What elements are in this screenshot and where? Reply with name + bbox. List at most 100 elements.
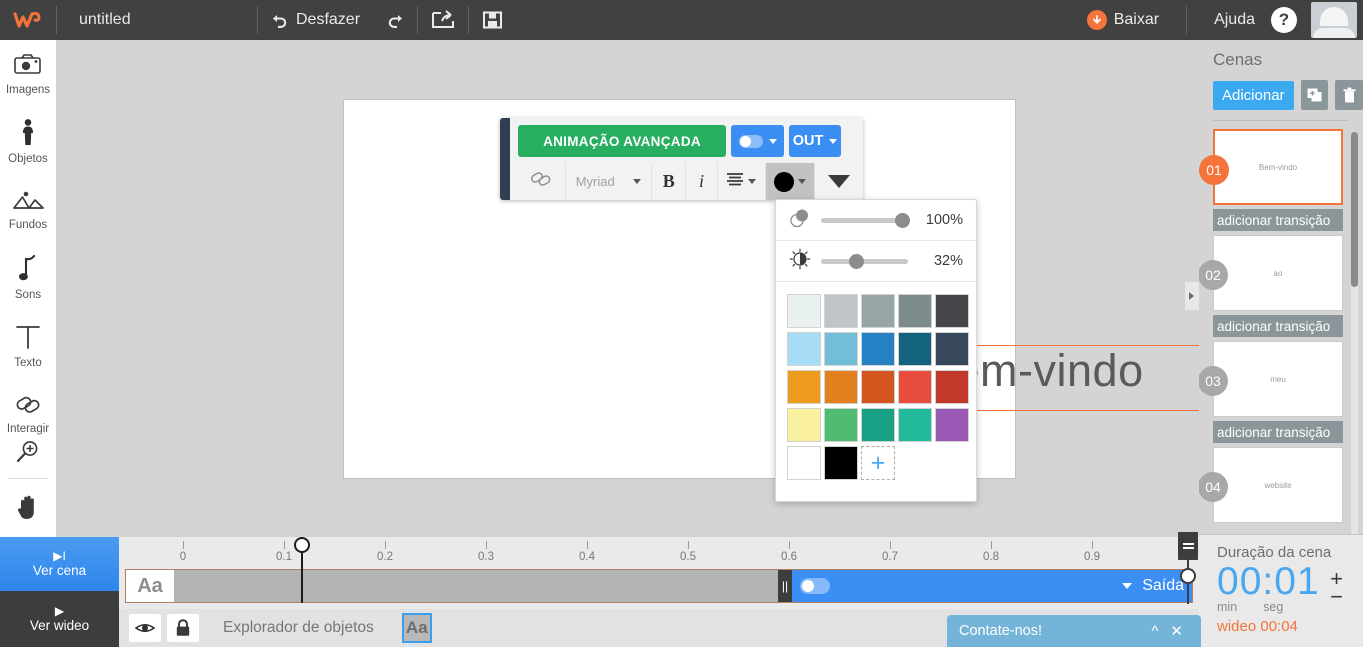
play-scene-icon: ▶I	[53, 548, 66, 563]
duration-unit-min: min	[1217, 600, 1238, 614]
playhead-knob[interactable]	[294, 537, 310, 553]
add-transition-button[interactable]: adicionar transição	[1213, 315, 1343, 337]
color-swatch[interactable]	[935, 294, 969, 328]
opacity-slider-row[interactable]: 100%	[776, 200, 976, 241]
brightness-slider-knob[interactable]	[848, 253, 864, 269]
font-family-select[interactable]: Myriad	[566, 163, 653, 200]
color-picker-popup[interactable]: 100% 32% +	[775, 199, 977, 502]
duration-decrease-button[interactable]: −	[1330, 586, 1343, 608]
undo-button[interactable]: Desfazer	[258, 0, 373, 40]
hand-icon	[15, 494, 41, 525]
add-transition-button[interactable]: adicionar transição	[1213, 421, 1343, 443]
advanced-animation-button[interactable]: ANIMAÇÃO AVANÇADA	[518, 125, 726, 157]
ruler-tick-label: 0.7	[882, 551, 898, 563]
hand-tool[interactable]	[0, 483, 56, 535]
redo-button[interactable]	[373, 0, 417, 40]
italic-button[interactable]: i	[686, 163, 718, 200]
wideo-logo-icon[interactable]	[0, 0, 56, 40]
color-swatch[interactable]	[787, 446, 821, 480]
color-swatch[interactable]	[898, 294, 932, 328]
color-swatch[interactable]	[861, 370, 895, 404]
animation-toggle-button[interactable]	[731, 125, 784, 157]
brightness-slider-row[interactable]: 32%	[776, 241, 976, 282]
duplicate-scene-button[interactable]	[1300, 80, 1329, 110]
music-note-icon	[18, 254, 38, 287]
collapse-panel-icon[interactable]	[1185, 282, 1199, 310]
color-swatch[interactable]	[787, 294, 821, 328]
color-swatch[interactable]	[824, 370, 858, 404]
add-custom-color-button[interactable]: +	[861, 446, 895, 480]
opacity-slider-track[interactable]	[821, 212, 910, 228]
brightness-slider-track[interactable]	[821, 253, 908, 269]
scene-thumbnail[interactable]: 02 ao	[1199, 235, 1343, 311]
add-scene-button[interactable]: Adicionar	[1213, 80, 1294, 110]
out-animation-button[interactable]: OUT	[789, 125, 841, 157]
toolbar-drag-grip[interactable]	[500, 118, 510, 200]
color-swatch[interactable]	[898, 332, 932, 366]
chevron-up-icon[interactable]: ^	[1145, 623, 1164, 640]
color-swatch[interactable]	[787, 370, 821, 404]
lock-toggle-button[interactable]	[167, 614, 199, 642]
sidebar-item-objetos[interactable]: Objetos	[0, 108, 56, 176]
sidebar-item-fundos[interactable]: Fundos	[0, 176, 56, 244]
drag-grip-icon[interactable]: ||	[778, 570, 792, 602]
visibility-toggle-button[interactable]	[129, 614, 161, 642]
color-swatch[interactable]	[935, 408, 969, 442]
scene-list[interactable]: 01 Bem-vindo adicionar transição 02 ao adicio…	[1199, 129, 1363, 579]
color-swatch[interactable]	[861, 332, 895, 366]
color-swatch[interactable]	[824, 332, 858, 366]
zoom-tool[interactable]	[0, 434, 56, 474]
link-button[interactable]	[518, 163, 566, 200]
sidebar-item-texto[interactable]: Texto	[0, 312, 56, 380]
timeline-ruler[interactable]: 0 0.1 0.2 0.3 0.4 0.5 0.6 0.7 0.8 0.9	[119, 537, 1199, 569]
download-button[interactable]: Baixar	[1074, 0, 1172, 40]
track-object-label[interactable]: Aa	[126, 570, 174, 602]
scenes-scrollbar-thumb[interactable]	[1351, 132, 1358, 287]
view-video-button[interactable]: ▶ Ver wideo	[0, 591, 119, 647]
color-swatch[interactable]	[861, 408, 895, 442]
delete-scene-button[interactable]	[1335, 80, 1363, 110]
export-button[interactable]	[418, 0, 468, 40]
color-swatch[interactable]	[824, 294, 858, 328]
scene-thumbnail[interactable]: 03 meu	[1199, 341, 1343, 417]
playhead[interactable]	[294, 537, 310, 603]
sidebar-item-sons[interactable]: Sons	[0, 244, 56, 312]
scene-toolbar: Adicionar	[1199, 70, 1363, 110]
sidebar-item-imagens[interactable]: Imagens	[0, 40, 56, 108]
timeline-track[interactable]: Aa || Saída	[125, 569, 1193, 603]
animation-toggle-switch[interactable]	[738, 134, 763, 148]
color-swatch[interactable]	[787, 408, 821, 442]
scene-thumbnail[interactable]: 04 website	[1199, 447, 1343, 523]
text-t-icon	[14, 324, 42, 355]
color-swatch[interactable]	[824, 446, 858, 480]
object-explorer-item-text[interactable]: Aa	[401, 613, 432, 643]
track-static-segment[interactable]	[174, 570, 778, 602]
timeline-end-knob[interactable]	[1180, 568, 1196, 584]
text-color-button[interactable]	[765, 163, 816, 200]
duration-stepper[interactable]: + −	[1330, 568, 1343, 608]
color-swatch[interactable]	[861, 294, 895, 328]
redo-icon	[386, 12, 404, 28]
bold-button[interactable]: B	[652, 163, 687, 200]
color-swatch[interactable]	[824, 408, 858, 442]
save-button[interactable]	[469, 0, 516, 40]
color-swatch[interactable]	[935, 332, 969, 366]
help-button[interactable]: Ajuda ?	[1201, 0, 1301, 40]
view-scene-button[interactable]: ▶I Ver cena	[0, 537, 119, 591]
text-align-button[interactable]	[718, 163, 766, 200]
color-swatch[interactable]	[787, 332, 821, 366]
scene-thumbnail[interactable]: 01 Bem-vindo	[1199, 129, 1343, 205]
opacity-slider-knob[interactable]	[895, 212, 910, 228]
color-swatch[interactable]	[898, 370, 932, 404]
more-options-button[interactable]	[815, 163, 863, 200]
document-title[interactable]: untitled	[57, 11, 257, 29]
color-swatch[interactable]	[935, 370, 969, 404]
color-swatch[interactable]	[898, 408, 932, 442]
add-transition-button[interactable]: adicionar transição	[1213, 209, 1343, 231]
track-toggle[interactable]	[800, 578, 830, 594]
scene-number-badge: 04	[1199, 472, 1228, 502]
avatar[interactable]	[1311, 2, 1357, 38]
canvas-stage[interactable]: Bem-vindo ANIMAÇÃO AVANÇADA OUT Myriad B…	[56, 40, 1263, 537]
close-icon[interactable]: ✕	[1164, 622, 1189, 640]
contact-widget[interactable]: Contate-nos! ^ ✕	[947, 615, 1201, 647]
